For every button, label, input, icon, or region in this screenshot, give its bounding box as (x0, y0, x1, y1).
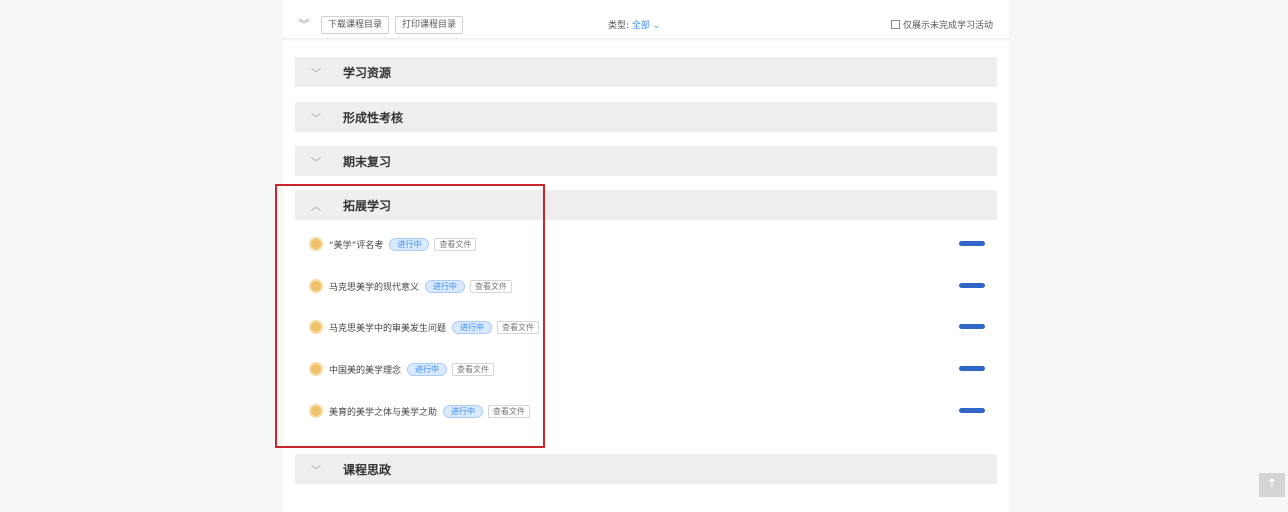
only-unfinished-label: 仅展示未完成学习活动 (902, 21, 993, 31)
download-catalog-button[interactable]: 下载课程目录 (321, 16, 390, 34)
section-title: 课程思政 (343, 462, 392, 477)
progress-bar (959, 366, 985, 371)
only-unfinished-toggle[interactable]: 仅展示未完成学习活动 (890, 18, 993, 31)
chevron-down-icon[interactable]: ﹀ (309, 462, 323, 477)
section-title: 期末复习 (343, 154, 392, 169)
collapse-all-icon[interactable]: ︾ (295, 16, 313, 34)
highlight-box (275, 184, 545, 448)
progress-bar (959, 241, 985, 246)
progress-bar (959, 408, 985, 413)
chevron-down-icon[interactable]: ﹀ (309, 65, 323, 80)
section-formative-assessment[interactable]: ﹀ 形成性考核 (295, 102, 997, 132)
section-title: 学习资源 (343, 65, 392, 80)
section-course-ideology[interactable]: ﹀ 课程思政 (295, 454, 997, 484)
progress-bar (959, 324, 985, 329)
only-unfinished-checkbox[interactable] (890, 20, 900, 29)
chevron-down-icon[interactable]: ﹀ (309, 154, 323, 169)
type-filter-value[interactable]: 全部 (632, 21, 650, 31)
chevron-down-icon[interactable]: ⌄ (650, 21, 661, 31)
section-final-review[interactable]: ﹀ 期末复习 (295, 146, 997, 176)
scroll-to-top-button[interactable]: ↑ (1259, 473, 1285, 497)
progress-bar (959, 283, 985, 288)
toolbar-divider (283, 38, 1009, 41)
print-catalog-button[interactable]: 打印课程目录 (395, 16, 464, 34)
section-title: 形成性考核 (343, 110, 404, 125)
arrow-up-icon: ↑ (1266, 477, 1278, 492)
type-filter[interactable]: 类型: 全部 ⌄ (608, 18, 660, 31)
catalog-toolbar: ︾ 下载课程目录 打印课程目录 类型: 全部 ⌄ 仅展示未完成学习活动 (283, 14, 1009, 36)
section-learning-resources[interactable]: ﹀ 学习资源 (295, 57, 997, 87)
chevron-down-icon[interactable]: ﹀ (309, 110, 323, 125)
type-filter-label: 类型: (608, 21, 630, 31)
